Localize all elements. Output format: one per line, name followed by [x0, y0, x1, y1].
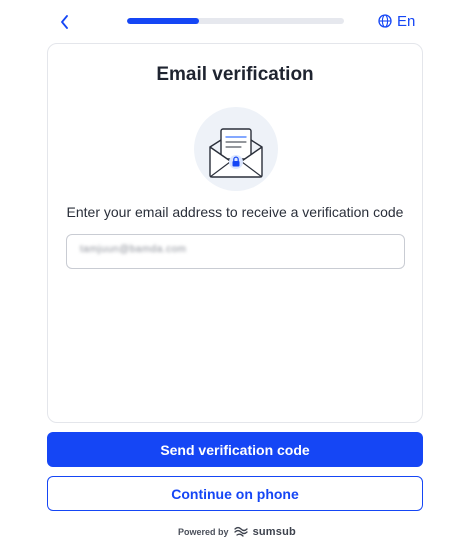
sumsub-logo-icon	[233, 526, 248, 537]
envelope-lock-icon	[194, 107, 278, 191]
back-button[interactable]	[54, 11, 76, 33]
sumsub-brand: sumsub	[252, 526, 296, 538]
send-verification-code-button[interactable]: Send verification code	[47, 432, 423, 467]
powered-by-label: Powered by	[178, 527, 229, 537]
language-label: En	[397, 12, 416, 30]
progress-bar	[127, 18, 344, 24]
instruction-text: Enter your email address to receive a ve…	[66, 204, 404, 220]
verification-card: Email verification Enter your email addr…	[47, 43, 423, 423]
chevron-left-icon	[61, 15, 68, 29]
powered-by-footer: Powered by sumsub	[0, 524, 474, 540]
progress-fill	[127, 18, 199, 24]
globe-icon	[378, 14, 392, 28]
top-bar: En	[0, 0, 474, 44]
language-selector[interactable]: En	[378, 10, 415, 32]
page-title: Email verification	[156, 64, 314, 85]
email-field[interactable]	[66, 234, 405, 269]
continue-on-phone-button[interactable]: Continue on phone	[47, 476, 423, 511]
